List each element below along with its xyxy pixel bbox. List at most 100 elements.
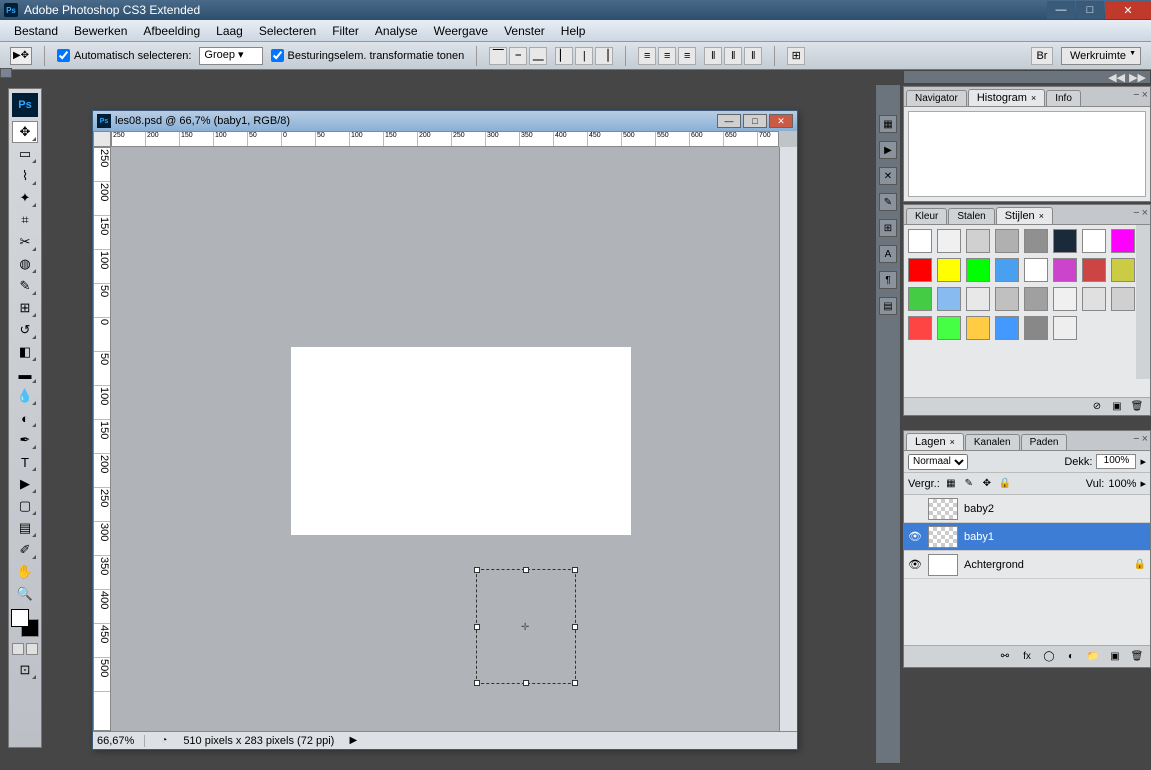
- style-swatch[interactable]: [1111, 229, 1135, 253]
- style-swatch[interactable]: [995, 287, 1019, 311]
- gradient-tool[interactable]: ▬: [12, 363, 38, 385]
- doc-close-button[interactable]: ✕: [769, 114, 793, 128]
- align-bottom-icon[interactable]: ⎽: [529, 47, 547, 65]
- style-swatch[interactable]: [995, 229, 1019, 253]
- ruler-horizontal[interactable]: 2502001501005005010015020025030035040045…: [111, 131, 779, 147]
- eyedropper-tool[interactable]: ✐: [12, 539, 38, 561]
- tab-info[interactable]: Info: [1046, 90, 1081, 106]
- lock-pixels-icon[interactable]: ✎: [962, 477, 976, 491]
- dodge-tool[interactable]: ◐: [12, 407, 38, 429]
- dock-layercomps-icon[interactable]: ▤: [879, 297, 897, 315]
- style-swatch[interactable]: [1024, 316, 1048, 340]
- layer-thumbnail[interactable]: [928, 526, 958, 548]
- auto-select-checkbox[interactable]: Automatisch selecteren:: [57, 49, 191, 62]
- pen-tool[interactable]: ✒: [12, 429, 38, 451]
- style-swatch[interactable]: [995, 316, 1019, 340]
- style-swatch[interactable]: [1082, 287, 1106, 311]
- handle-bottom-right[interactable]: [572, 680, 578, 686]
- delete-layer-icon[interactable]: 🗑: [1130, 650, 1144, 664]
- dock-para-icon[interactable]: ¶: [879, 271, 897, 289]
- standard-mode-icon[interactable]: [12, 643, 24, 655]
- style-swatch[interactable]: [908, 287, 932, 311]
- menu-weergave[interactable]: Weergave: [426, 22, 496, 40]
- adjustment-layer-icon[interactable]: ◐: [1064, 650, 1078, 664]
- style-swatch[interactable]: [1111, 258, 1135, 282]
- lock-all-icon[interactable]: 🔒: [998, 477, 1012, 491]
- layer-thumbnail[interactable]: [928, 554, 958, 576]
- link-layers-icon[interactable]: ⚯: [998, 650, 1012, 664]
- transform-center-icon[interactable]: ✛: [521, 622, 531, 632]
- eraser-tool[interactable]: ◧: [12, 341, 38, 363]
- menu-help[interactable]: Help: [553, 22, 594, 40]
- lasso-tool[interactable]: ⌇: [12, 165, 38, 187]
- dock-tools-icon[interactable]: ✕: [879, 167, 897, 185]
- panel-collapse-icon[interactable]: −: [1133, 207, 1139, 219]
- dock-clone-icon[interactable]: ⊞: [879, 219, 897, 237]
- tab-kleur[interactable]: Kleur: [906, 208, 947, 224]
- status-arrow-icon[interactable]: ▶: [346, 734, 360, 748]
- marquee-tool[interactable]: ▭: [12, 143, 38, 165]
- style-swatch[interactable]: [937, 287, 961, 311]
- styles-scrollbar[interactable]: [1136, 225, 1150, 379]
- align-vcenter-icon[interactable]: ⎯: [509, 47, 527, 65]
- style-swatch[interactable]: [1082, 258, 1106, 282]
- transform-controls-checkbox[interactable]: Besturingselem. transformatie tonen: [271, 49, 465, 62]
- distribute-right-icon[interactable]: ‖: [744, 47, 762, 65]
- tab-stijlen[interactable]: Stijlen×: [996, 207, 1053, 224]
- opacity-arrow-icon[interactable]: ▸: [1140, 455, 1146, 468]
- history-brush-tool[interactable]: ↺: [12, 319, 38, 341]
- panel-close-icon[interactable]: ×: [1142, 433, 1148, 445]
- layer-thumbnail[interactable]: [928, 498, 958, 520]
- slice-tool[interactable]: ✂: [12, 231, 38, 253]
- layer-visibility-icon[interactable]: [908, 502, 922, 516]
- menu-selecteren[interactable]: Selecteren: [251, 22, 324, 40]
- wand-tool[interactable]: ✦: [12, 187, 38, 209]
- new-layer-icon[interactable]: ▣: [1108, 650, 1122, 664]
- panel-collapse-icon[interactable]: −: [1133, 89, 1139, 101]
- blur-tool[interactable]: 💧: [12, 385, 38, 407]
- dock-navigator-icon[interactable]: ▦: [879, 115, 897, 133]
- style-swatch[interactable]: [908, 229, 932, 253]
- shape-tool[interactable]: ▢: [12, 495, 38, 517]
- zoom-tool[interactable]: 🔍: [12, 583, 38, 605]
- transform-controls-input[interactable]: [271, 49, 284, 62]
- ruler-origin[interactable]: [93, 131, 111, 147]
- layer-row[interactable]: baby2: [904, 495, 1150, 523]
- dock-char-icon[interactable]: A: [879, 245, 897, 263]
- style-swatch[interactable]: [1024, 287, 1048, 311]
- opacity-field[interactable]: 100%: [1096, 454, 1136, 469]
- auto-select-dropdown[interactable]: Groep ▾: [199, 47, 262, 65]
- move-tool[interactable]: ✥: [12, 121, 38, 143]
- align-top-icon[interactable]: ⎺: [489, 47, 507, 65]
- quickmask-mode-icon[interactable]: [26, 643, 38, 655]
- tab-lagen[interactable]: Lagen×: [906, 433, 964, 450]
- style-swatch[interactable]: [1053, 258, 1077, 282]
- layer-visibility-icon[interactable]: 👁: [908, 558, 922, 572]
- window-maximize-button[interactable]: □: [1076, 1, 1104, 19]
- style-swatch[interactable]: [1053, 229, 1077, 253]
- transform-selection[interactable]: ✛: [476, 569, 576, 684]
- panel-close-icon[interactable]: ×: [1142, 89, 1148, 101]
- panel-top-strip[interactable]: ◀◀▶▶: [903, 70, 1151, 84]
- layer-mask-icon[interactable]: ◯: [1042, 650, 1056, 664]
- style-swatch[interactable]: [1111, 287, 1135, 311]
- menu-venster[interactable]: Venster: [496, 22, 553, 40]
- dock-histogram-icon[interactable]: ▶: [879, 141, 897, 159]
- style-swatch[interactable]: [937, 229, 961, 253]
- menu-analyse[interactable]: Analyse: [367, 22, 426, 40]
- styles-clear-icon[interactable]: ⊘: [1090, 400, 1104, 414]
- window-close-button[interactable]: ✕: [1105, 1, 1151, 19]
- style-swatch[interactable]: [1053, 316, 1077, 340]
- healing-tool[interactable]: ◍: [12, 253, 38, 275]
- brush-tool[interactable]: ✎: [12, 275, 38, 297]
- foreground-color[interactable]: [11, 609, 29, 627]
- menu-afbeelding[interactable]: Afbeelding: [135, 22, 208, 40]
- color-swatches[interactable]: [11, 609, 39, 637]
- layer-visibility-icon[interactable]: 👁: [908, 530, 922, 544]
- handle-bottom-mid[interactable]: [523, 680, 529, 686]
- style-swatch[interactable]: [937, 316, 961, 340]
- handle-top-mid[interactable]: [523, 567, 529, 573]
- bridge-icon[interactable]: Br: [1031, 47, 1053, 65]
- dock-brushes-icon[interactable]: ✎: [879, 193, 897, 211]
- tab-stalen[interactable]: Stalen: [948, 208, 994, 224]
